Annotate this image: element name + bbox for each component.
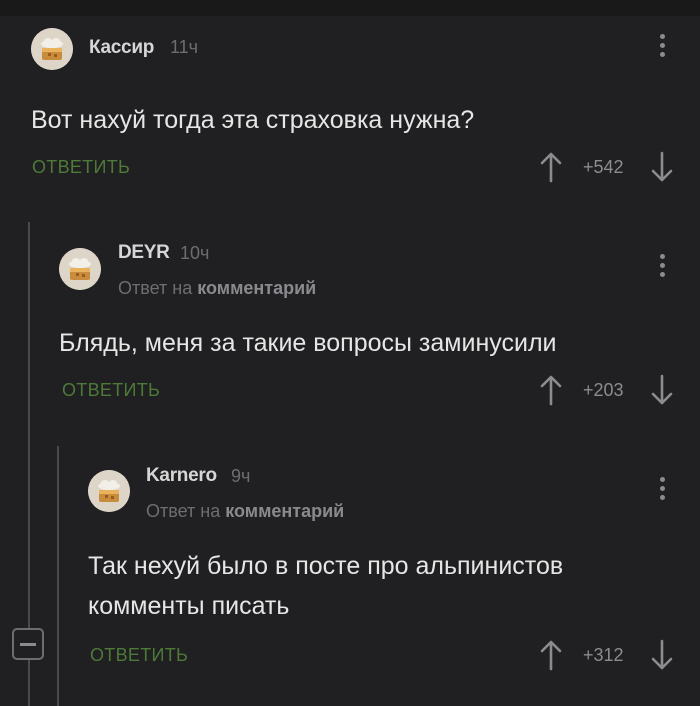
reply-button[interactable]: ОТВЕТИТЬ: [62, 380, 160, 401]
reply-to-prefix: Ответ на: [118, 278, 193, 298]
rating-value: +203: [583, 380, 624, 400]
avatar-cake-icon[interactable]: [88, 470, 130, 512]
avatar-cake-icon[interactable]: [31, 28, 73, 70]
upvote-arrow-icon[interactable]: [539, 639, 563, 671]
comment-author[interactable]: DEYR: [118, 242, 170, 264]
more-vertical-icon[interactable]: [657, 477, 667, 507]
reply-button[interactable]: ОТВЕТИТЬ: [90, 645, 188, 666]
more-vertical-icon[interactable]: [657, 254, 667, 284]
comment-time: 9ч: [231, 466, 251, 486]
reply-button[interactable]: ОТВЕТИТЬ: [32, 157, 130, 178]
comment-text-line: комменты писать: [88, 592, 290, 620]
reply-to-prefix: Ответ на: [146, 501, 221, 521]
upvote-arrow-icon[interactable]: [539, 374, 563, 406]
comment-time: 10ч: [180, 243, 210, 263]
comment-text-line: Так нехуй было в посте про альпинистов: [88, 552, 564, 580]
downvote-arrow-icon[interactable]: [650, 151, 674, 183]
comment-author[interactable]: Кассир: [89, 37, 154, 59]
comment-text: Вот нахуй тогда эта страховка нужна?: [31, 106, 475, 134]
comment-author[interactable]: Karnero: [146, 465, 217, 487]
downvote-arrow-icon[interactable]: [650, 639, 674, 671]
avatar-cake-icon[interactable]: [59, 248, 101, 290]
rating-value: +542: [583, 157, 624, 177]
reply-to-line: Ответ на комментарий: [118, 278, 316, 299]
reply-to-link[interactable]: комментарий: [225, 501, 344, 521]
comment-text: Блядь, меня за такие вопросы заминусили: [59, 329, 557, 357]
thread-line-level-2[interactable]: [57, 446, 59, 706]
downvote-arrow-icon[interactable]: [650, 374, 674, 406]
more-vertical-icon[interactable]: [657, 34, 667, 64]
top-divider: [0, 0, 700, 16]
reply-to-line: Ответ на комментарий: [146, 501, 344, 522]
upvote-arrow-icon[interactable]: [539, 151, 563, 183]
comments-page: Кассир 11ч Вот нахуй тогда эта страховка…: [0, 0, 700, 706]
reply-to-link[interactable]: комментарий: [197, 278, 316, 298]
comment-time: 11ч: [170, 37, 199, 57]
comment-text: Так нехуй было в посте про альпинистов к…: [88, 548, 563, 624]
collapse-minus-icon[interactable]: [12, 628, 44, 660]
rating-value: +312: [583, 645, 624, 665]
